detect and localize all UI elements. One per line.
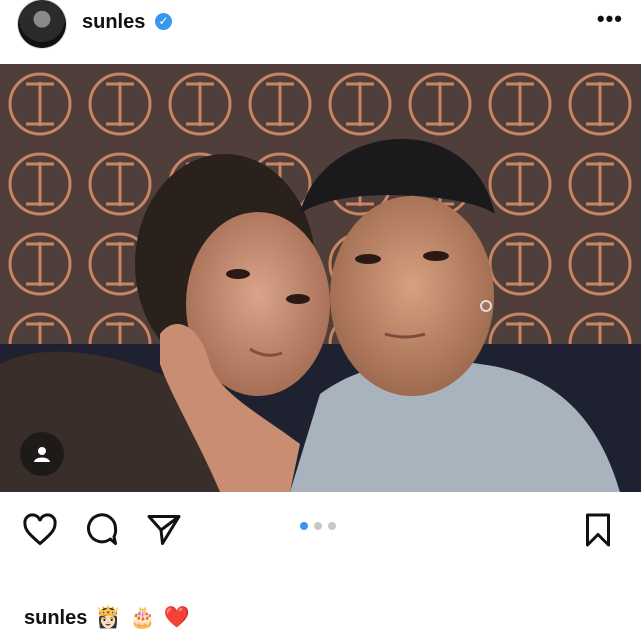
- carousel-dot[interactable]: [328, 522, 336, 530]
- comment-bubble-icon[interactable]: [84, 512, 120, 548]
- caption-username[interactable]: sunles: [24, 607, 87, 630]
- post-header: sunles ✓ •••: [0, 0, 641, 64]
- bookmark-icon[interactable]: [580, 512, 616, 548]
- post-username[interactable]: sunles: [82, 11, 145, 34]
- carousel-indicator: [300, 522, 336, 530]
- avatar[interactable]: [18, 0, 66, 48]
- post-photo[interactable]: [0, 64, 641, 492]
- red-heart-emoji: ❤️: [163, 606, 190, 629]
- princess-emoji: 👸🏻: [95, 606, 122, 629]
- heart-icon[interactable]: [22, 512, 58, 548]
- more-dots-icon[interactable]: •••: [597, 6, 623, 32]
- photo-illustration: [0, 64, 641, 492]
- carousel-dot[interactable]: [314, 522, 322, 530]
- carousel-dot[interactable]: [300, 522, 308, 530]
- birthday-cake-emoji: 🎂: [129, 606, 156, 629]
- person-tag-button[interactable]: [20, 432, 64, 476]
- person-tag-icon: [34, 447, 50, 462]
- post-caption: sunles 👸🏻 🎂 ❤️: [24, 606, 190, 630]
- action-bar: [0, 496, 641, 564]
- paper-plane-icon[interactable]: [146, 512, 182, 548]
- verified-badge-icon: ✓: [155, 13, 172, 30]
